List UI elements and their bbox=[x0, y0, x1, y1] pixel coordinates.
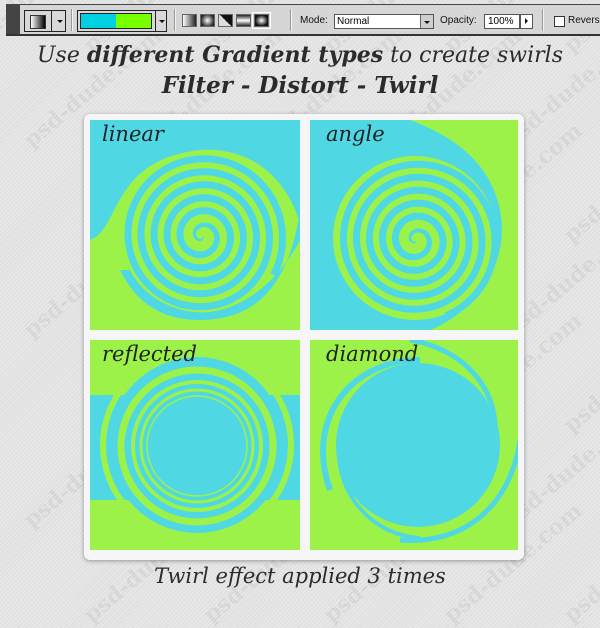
swirl-examples-card: linear angle reflected diamond bbox=[84, 114, 524, 560]
toolbar-divider bbox=[290, 9, 292, 31]
reverse-checkbox[interactable] bbox=[554, 16, 565, 27]
chevron-down-icon bbox=[57, 20, 63, 23]
angle-swirl-image bbox=[310, 120, 518, 330]
panel-label: angle bbox=[326, 122, 385, 146]
toolbar-divider bbox=[71, 9, 73, 31]
gradient-preview-bar[interactable] bbox=[80, 13, 152, 29]
preset-dropdown-button[interactable] bbox=[51, 11, 67, 31]
mode-dropdown-button[interactable] bbox=[420, 15, 433, 28]
watermark-text: psd-dude.com bbox=[559, 307, 600, 439]
panel-label: diamond bbox=[326, 342, 419, 366]
watermark-text: psd-dude.com bbox=[559, 117, 600, 249]
toolbar-divider bbox=[542, 9, 544, 31]
reflected-swirl-image bbox=[90, 340, 300, 550]
chevron-down-icon bbox=[424, 21, 430, 24]
radial-gradient-button[interactable] bbox=[200, 14, 215, 27]
gradient-options-toolbar: Mode: Normal Opacity: 100% Reverse bbox=[6, 4, 600, 36]
footer-caption: Twirl effect applied 3 times bbox=[154, 564, 446, 588]
swirl-disc bbox=[336, 363, 500, 527]
gradient-preset-icon bbox=[30, 15, 46, 29]
gradient-dropdown-button[interactable] bbox=[155, 11, 168, 31]
heading-emphasis: different Gradient types bbox=[86, 42, 384, 68]
chevron-down-icon bbox=[159, 20, 165, 23]
mode-label: Mode: bbox=[300, 15, 328, 26]
toolbar-grip[interactable] bbox=[6, 5, 20, 34]
opacity-label: Opacity: bbox=[440, 15, 477, 26]
opacity-input[interactable]: 100% bbox=[484, 14, 520, 29]
heading-line-1: Use different Gradient types to create s… bbox=[0, 42, 600, 68]
panel-linear: linear bbox=[90, 120, 300, 330]
diamond-swirl-image bbox=[310, 340, 518, 550]
gradient-picker[interactable] bbox=[77, 10, 167, 32]
panel-label: linear bbox=[102, 122, 164, 146]
angle-gradient-button[interactable] bbox=[218, 14, 233, 27]
mode-select[interactable]: Normal bbox=[334, 14, 434, 29]
panel-reflected: reflected bbox=[90, 340, 300, 550]
heading-text: to create swirls bbox=[383, 43, 563, 68]
heading-line-2: Filter - Distort - Twirl bbox=[161, 72, 439, 99]
linear-swirl-image bbox=[90, 120, 300, 330]
heading-text: Use bbox=[37, 43, 87, 68]
panel-label: reflected bbox=[102, 342, 197, 366]
panel-angle: angle bbox=[310, 120, 518, 330]
watermark-text: psd-dude.com bbox=[559, 497, 600, 628]
toolbar-divider bbox=[174, 9, 176, 31]
reverse-label: Reverse bbox=[568, 15, 600, 26]
mode-value: Normal bbox=[337, 16, 370, 27]
diamond-gradient-button[interactable] bbox=[252, 12, 271, 29]
tool-preset-picker[interactable] bbox=[24, 10, 66, 32]
opacity-slider-button[interactable] bbox=[520, 14, 533, 29]
reflected-gradient-button[interactable] bbox=[236, 14, 251, 27]
panel-diamond: diamond bbox=[310, 340, 518, 550]
linear-gradient-button[interactable] bbox=[182, 14, 197, 27]
